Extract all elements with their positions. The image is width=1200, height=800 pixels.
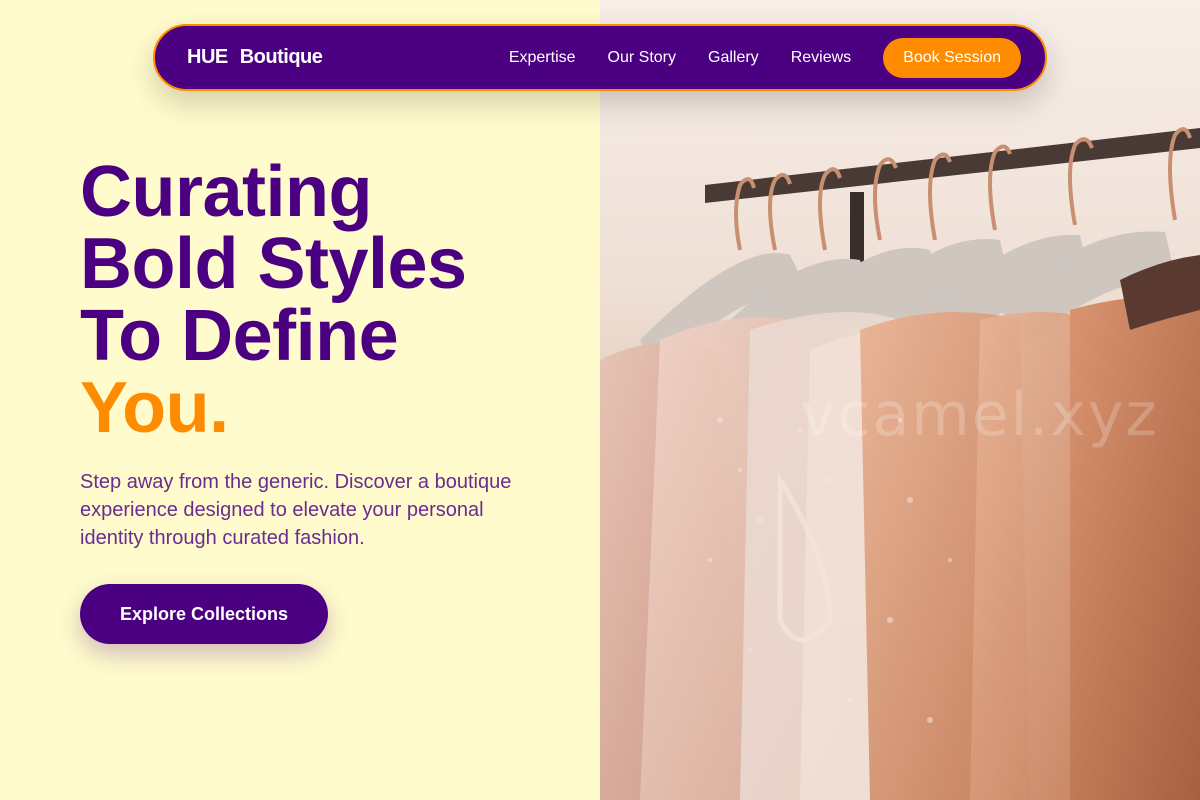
nav-link-our-story[interactable]: Our Story	[608, 49, 676, 67]
nav-link-gallery[interactable]: Gallery	[708, 49, 759, 67]
brand-logo-part1: HUE	[187, 46, 228, 68]
top-navbar: HUE Boutique Expertise Our Story Gallery…	[153, 24, 1047, 91]
headline-line-3: To Define	[80, 296, 399, 376]
nav-link-expertise[interactable]: Expertise	[509, 49, 576, 67]
nav-links: Expertise Our Story Gallery Reviews Book…	[509, 37, 1021, 78]
watermark-text: vcamel.xyz	[800, 380, 1159, 450]
hero-headline: Curating Bold Styles To Define You.	[80, 156, 580, 444]
brand-logo[interactable]: HUE Boutique	[187, 46, 323, 69]
nav-link-reviews[interactable]: Reviews	[791, 49, 851, 67]
book-session-button[interactable]: Book Session	[883, 37, 1021, 78]
headline-line-2: Bold Styles	[80, 224, 467, 304]
hero-subtext: Step away from the generic. Discover a b…	[80, 471, 512, 549]
explore-collections-button[interactable]: Explore Collections	[80, 584, 328, 644]
headline-line-1: Curating	[80, 152, 372, 232]
brand-logo-part2: Boutique	[239, 46, 323, 68]
headline-accent: You.	[80, 368, 229, 448]
